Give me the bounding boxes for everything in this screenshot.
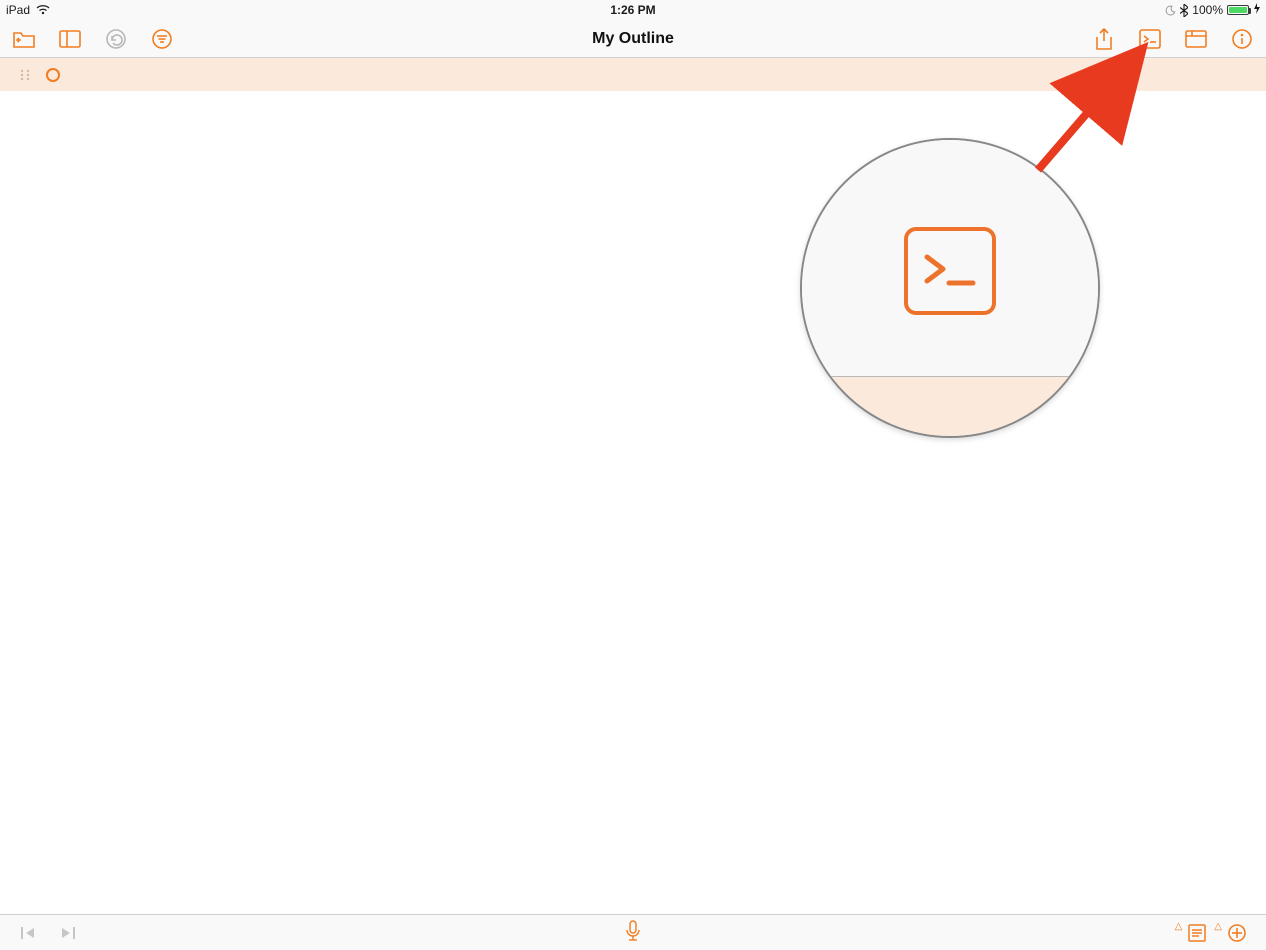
status-time: 1:26 PM — [610, 3, 655, 17]
top-toolbar: My Outline — [0, 20, 1266, 58]
add-row-button[interactable] — [1226, 922, 1248, 944]
dictate-button[interactable] — [625, 920, 641, 945]
battery-percentage: 100% — [1192, 3, 1223, 17]
row-drag-handle-icon[interactable] — [18, 68, 32, 82]
nav-next-button[interactable] — [56, 922, 78, 944]
document-title: My Outline — [592, 30, 674, 48]
share-button[interactable] — [1092, 27, 1116, 51]
bottom-left-group — [18, 922, 78, 944]
columns-button[interactable] — [1184, 27, 1208, 51]
content-area[interactable] — [0, 92, 1266, 914]
undo-button[interactable] — [104, 27, 128, 51]
status-bar: iPad 1:26 PM 100% — [0, 0, 1266, 20]
triangle-icon: △ — [1175, 921, 1183, 932]
filter-button[interactable] — [150, 27, 174, 51]
bottom-right-group: △ △ — [1175, 922, 1248, 944]
charging-icon — [1254, 3, 1260, 17]
info-button[interactable] — [1230, 27, 1254, 51]
status-right: 100% — [1165, 3, 1260, 17]
bluetooth-icon — [1180, 4, 1188, 17]
device-label: iPad — [6, 3, 30, 17]
toolbar-left-group — [12, 27, 174, 51]
row-bullet-icon[interactable] — [46, 68, 60, 82]
sidebar-button[interactable] — [58, 27, 82, 51]
documents-button[interactable] — [12, 27, 36, 51]
toolbar-right-group — [1092, 27, 1254, 51]
triangle-icon: △ — [1214, 921, 1222, 932]
scripts-button[interactable] — [1138, 27, 1162, 51]
do-not-disturb-icon — [1165, 5, 1176, 16]
battery-icon — [1227, 5, 1249, 15]
outline-row[interactable] — [0, 58, 1266, 92]
nav-prev-button[interactable] — [18, 922, 40, 944]
add-note-button[interactable] — [1186, 922, 1208, 944]
bottom-toolbar: △ △ — [0, 914, 1266, 950]
status-left: iPad — [6, 3, 50, 17]
wifi-icon — [36, 5, 50, 15]
